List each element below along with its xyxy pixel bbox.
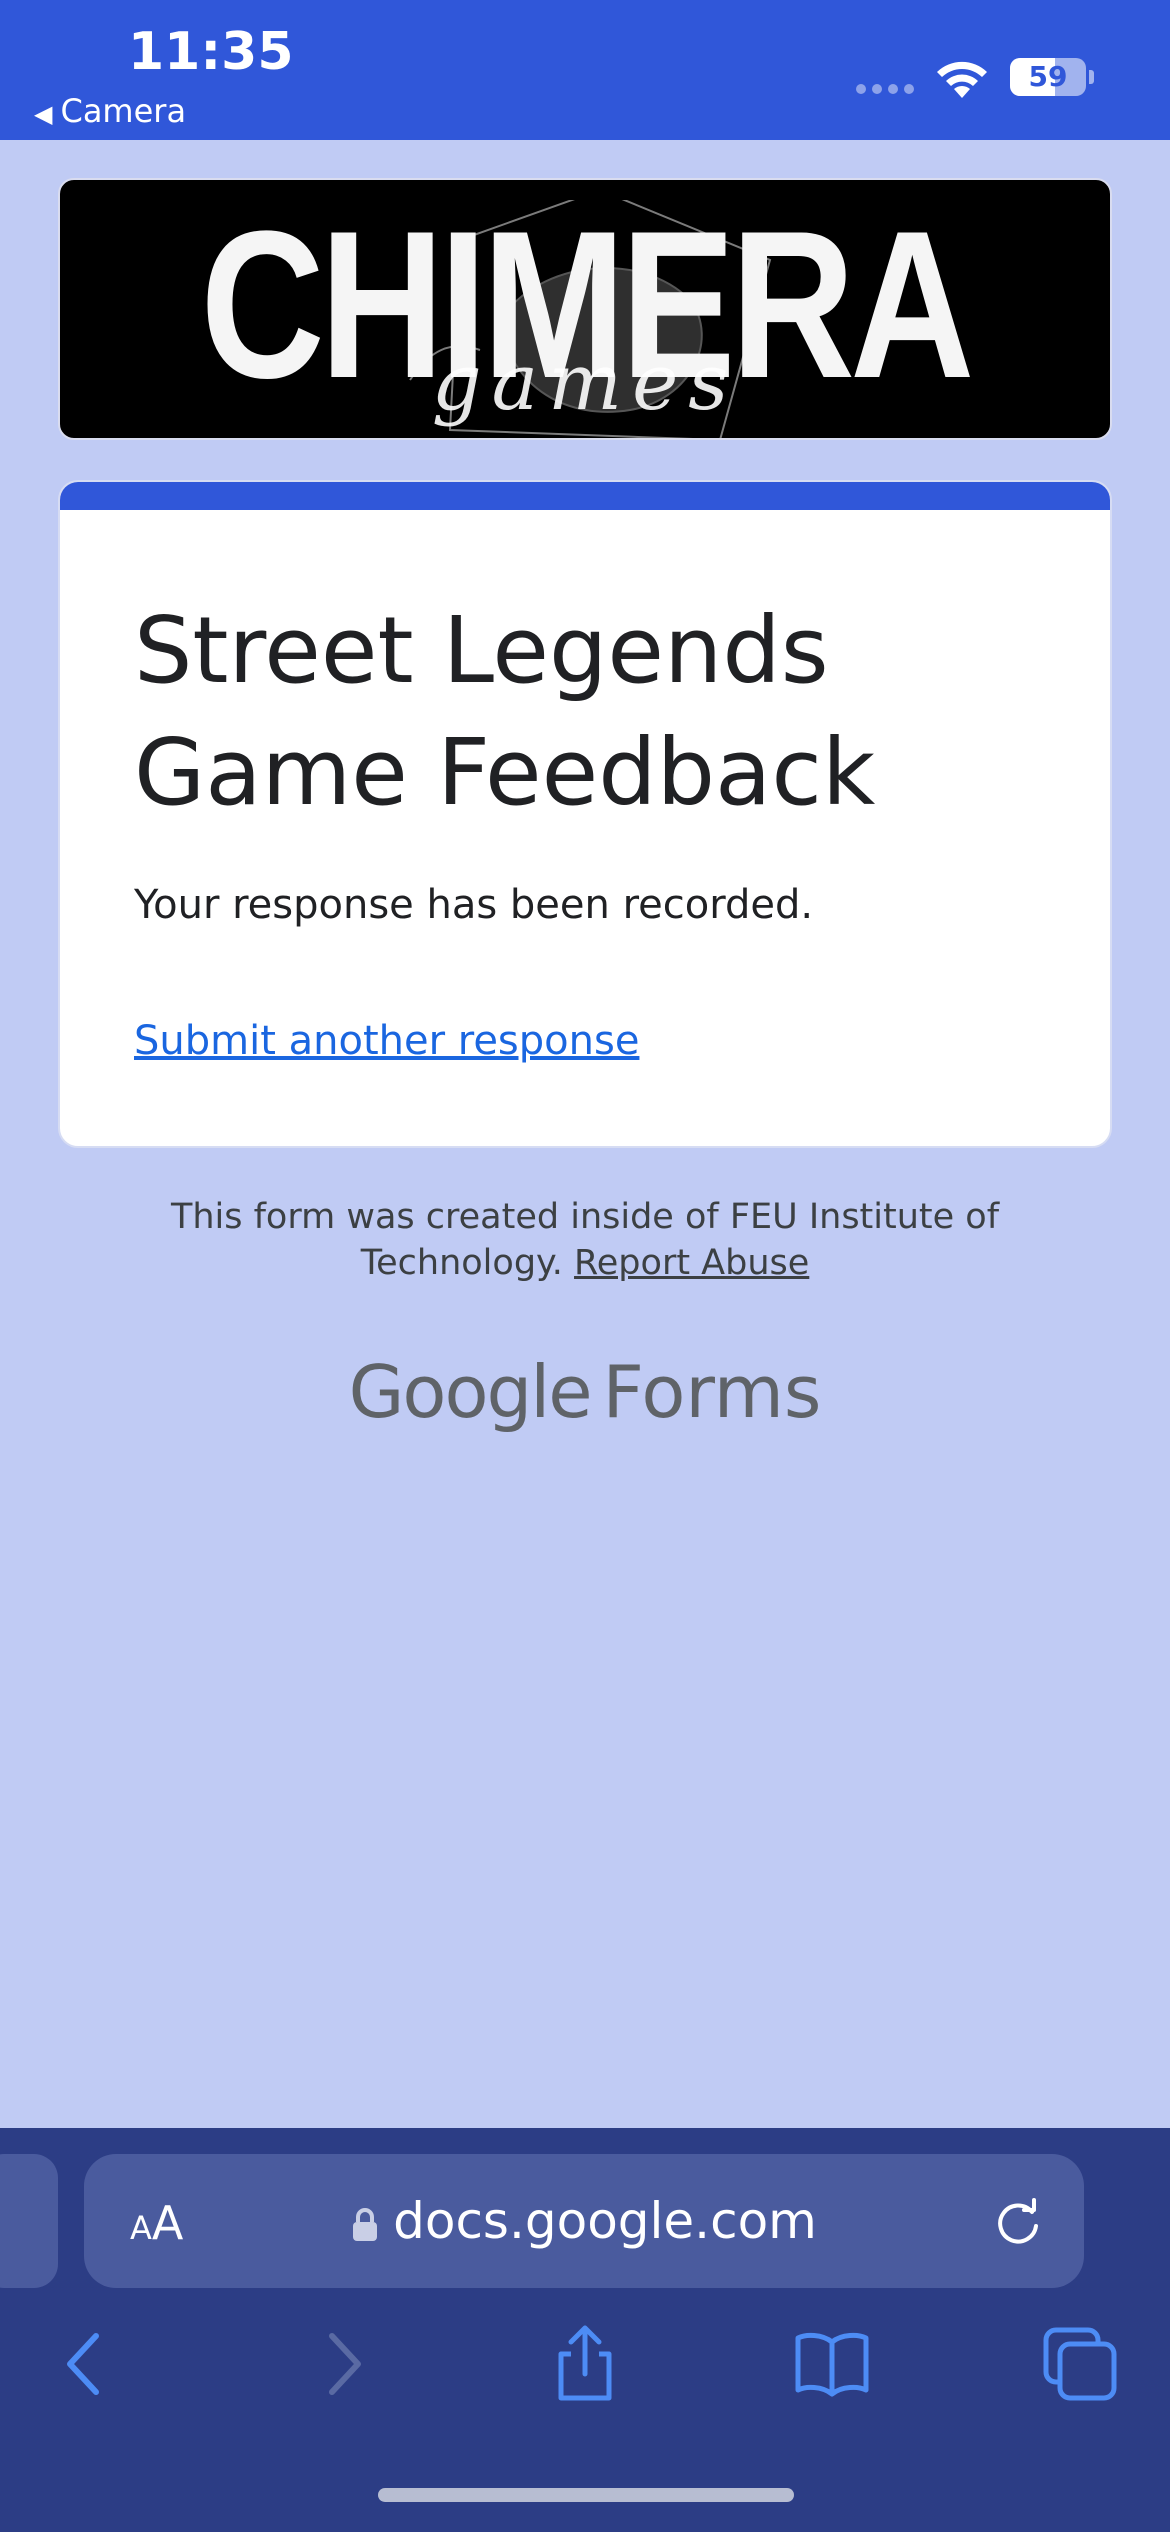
google-wordmark: Google xyxy=(348,1350,593,1434)
cellular-signal-icon xyxy=(856,84,914,94)
back-triangle-icon: ◀ xyxy=(34,100,53,128)
url-display[interactable]: docs.google.com xyxy=(84,2154,1084,2288)
confirmation-card: Street Legends Game Feedback Your respon… xyxy=(58,480,1112,1148)
battery-tip xyxy=(1089,70,1094,84)
tabs-icon[interactable] xyxy=(1040,2324,1120,2404)
back-to-app-button[interactable]: ◀ Camera xyxy=(34,92,186,130)
reload-icon[interactable] xyxy=(992,2196,1044,2248)
share-icon[interactable] xyxy=(545,2324,625,2404)
battery-percent: 59 xyxy=(1028,60,1068,93)
status-time: 11:35 xyxy=(128,22,294,82)
form-footer: This form was created inside of FEU Inst… xyxy=(160,1194,1010,1286)
wifi-icon xyxy=(937,61,987,98)
browser-toolbar: AA docs.google.com xyxy=(0,2128,1170,2532)
address-bar[interactable]: AA docs.google.com xyxy=(84,2154,1084,2288)
forms-wordmark: Forms xyxy=(602,1350,822,1434)
back-icon[interactable] xyxy=(48,2324,128,2404)
bookmarks-icon[interactable] xyxy=(792,2324,872,2404)
back-app-label: Camera xyxy=(60,92,187,130)
battery-icon: 59 xyxy=(1010,58,1086,96)
banner-subtitle: games xyxy=(431,338,739,428)
forward-icon[interactable] xyxy=(300,2324,380,2404)
url-text: docs.google.com xyxy=(393,2192,817,2250)
status-bar: 11:35 ◀ Camera 59 xyxy=(0,0,1170,140)
card-accent-bar xyxy=(60,482,1110,510)
form-title: Street Legends Game Feedback xyxy=(134,597,876,826)
previous-tab-preview[interactable] xyxy=(0,2154,58,2288)
google-forms-logo[interactable]: Google Forms xyxy=(0,1350,1170,1434)
lock-icon xyxy=(353,2207,378,2241)
form-header-banner: CHIMERA games xyxy=(58,178,1112,440)
home-indicator[interactable] xyxy=(378,2488,794,2502)
report-abuse-link[interactable]: Report Abuse xyxy=(574,1243,809,1283)
confirmation-message: Your response has been recorded. xyxy=(134,882,814,928)
submit-another-response-link[interactable]: Submit another response xyxy=(134,1018,639,1064)
